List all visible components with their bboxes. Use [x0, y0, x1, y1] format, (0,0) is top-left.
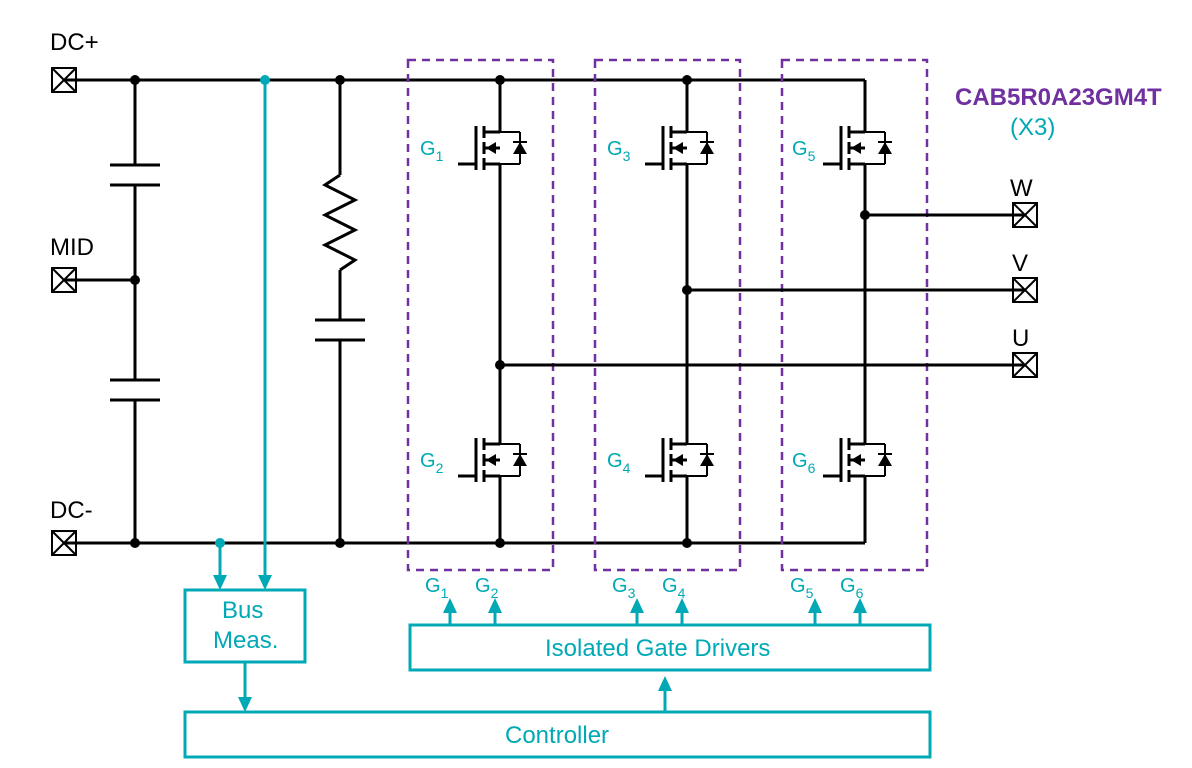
phase-u-terminal: U	[1012, 325, 1037, 377]
dc-minus-terminal: DC-	[50, 497, 93, 555]
svg-text:G1: G1	[420, 138, 444, 164]
svg-text:W: W	[1010, 175, 1033, 202]
phase-v-terminal: V	[1012, 250, 1037, 302]
svg-text:G6: G6	[840, 575, 864, 601]
mid-label: MID	[50, 234, 94, 261]
half-bridge-w: G5 G6	[782, 60, 927, 570]
half-bridge-u: G1 G2	[408, 60, 553, 570]
controller-block: Controller	[185, 712, 930, 757]
svg-text:G5: G5	[792, 138, 816, 164]
mid-terminal: MID	[50, 234, 135, 292]
module-part-number: CAB5R0A23GM4T	[955, 84, 1162, 111]
dc-plus-terminal: DC+	[50, 29, 99, 92]
svg-text:G5: G5	[790, 575, 814, 601]
half-bridge-v: G3 G4	[595, 60, 740, 570]
svg-text:G3: G3	[612, 575, 636, 601]
svg-text:G4: G4	[607, 450, 631, 476]
svg-text:G4: G4	[662, 575, 686, 601]
bus-meas-block: Bus Meas.	[185, 590, 305, 662]
gate-arrows: G1 G2 G3 G4 G5 G6	[425, 575, 867, 625]
sense-taps	[213, 75, 272, 590]
svg-text:V: V	[1012, 250, 1028, 277]
svg-text:Bus: Bus	[222, 597, 263, 624]
dc-minus-label: DC-	[50, 497, 93, 524]
svg-text:G1: G1	[425, 575, 449, 601]
svg-text:G2: G2	[475, 575, 499, 601]
svg-text:Meas.: Meas.	[213, 627, 278, 654]
inverter-schematic: DC+ MID DC-	[0, 0, 1192, 768]
svg-text:U: U	[1012, 325, 1029, 352]
module-qty: (X3)	[1010, 114, 1055, 141]
rc-snubber	[315, 75, 365, 548]
svg-text:Controller: Controller	[505, 722, 609, 749]
gate-drivers-block: Isolated Gate Drivers	[410, 625, 930, 670]
svg-text:Isolated Gate Drivers: Isolated Gate Drivers	[545, 635, 770, 662]
phase-w-terminal: W	[1010, 175, 1037, 227]
svg-text:G3: G3	[607, 138, 631, 164]
svg-text:G6: G6	[792, 450, 816, 476]
svg-text:G2: G2	[420, 450, 444, 476]
dc-plus-label: DC+	[50, 29, 99, 56]
